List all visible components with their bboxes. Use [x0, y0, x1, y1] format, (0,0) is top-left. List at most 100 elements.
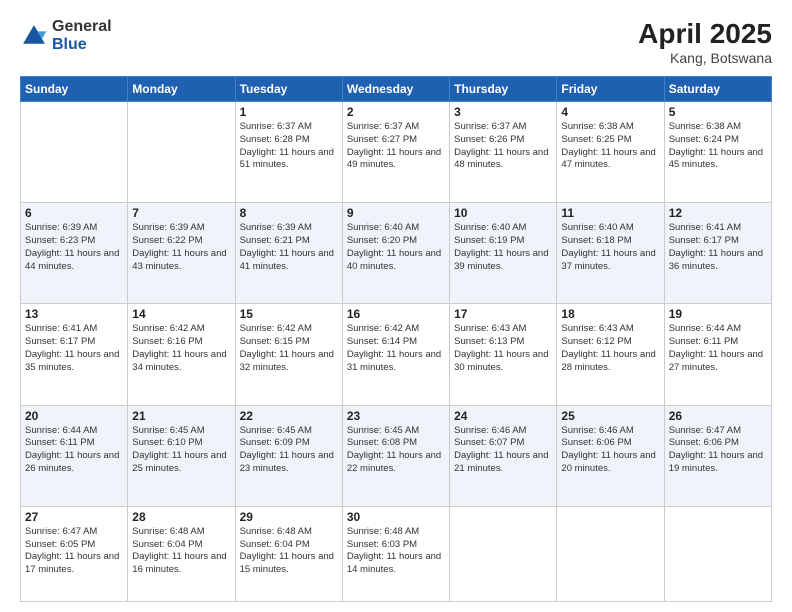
- day-info: Sunrise: 6:42 AM Sunset: 6:15 PM Dayligh…: [240, 323, 338, 374]
- calendar-cell: 2Sunrise: 6:37 AM Sunset: 6:27 PM Daylig…: [342, 102, 449, 203]
- logo-blue: Blue: [52, 36, 87, 53]
- logo-text: General Blue: [52, 18, 112, 53]
- day-info: Sunrise: 6:45 AM Sunset: 6:09 PM Dayligh…: [240, 425, 338, 476]
- calendar-cell: 11Sunrise: 6:40 AM Sunset: 6:18 PM Dayli…: [557, 203, 664, 304]
- calendar-cell: [450, 506, 557, 601]
- day-info: Sunrise: 6:37 AM Sunset: 6:26 PM Dayligh…: [454, 121, 552, 172]
- day-info: Sunrise: 6:40 AM Sunset: 6:20 PM Dayligh…: [347, 222, 445, 273]
- day-info: Sunrise: 6:48 AM Sunset: 6:04 PM Dayligh…: [240, 526, 338, 577]
- day-info: Sunrise: 6:40 AM Sunset: 6:19 PM Dayligh…: [454, 222, 552, 273]
- day-info: Sunrise: 6:37 AM Sunset: 6:28 PM Dayligh…: [240, 121, 338, 172]
- day-number: 11: [561, 206, 659, 220]
- day-info: Sunrise: 6:47 AM Sunset: 6:06 PM Dayligh…: [669, 425, 767, 476]
- calendar-cell: 5 Sunrise: 6:38 AM Sunset: 6:24 PM Daylig…: [664, 102, 771, 203]
- day-info: Sunrise: 6:46 AM Sunset: 6:07 PM Dayligh…: [454, 425, 552, 476]
- calendar-cell: [21, 102, 128, 203]
- day-number: 20: [25, 409, 123, 423]
- day-number: 2: [347, 105, 445, 119]
- calendar-day-header: Wednesday: [342, 77, 449, 102]
- header: General Blue April 2025 Kang, Botswana: [20, 18, 772, 66]
- calendar-cell: 13 Sunrise: 6:41 AM Sunset: 6:17 PM Dayli…: [21, 304, 128, 405]
- calendar-cell: 1 Sunrise: 6:37 AM Sunset: 6:28 PM Daylig…: [235, 102, 342, 203]
- day-info: Sunrise: 6:44 AM Sunset: 6:11 PM Dayligh…: [25, 425, 123, 476]
- calendar-cell: 17 Sunrise: 6:43 AM Sunset: 6:13 PM Dayli…: [450, 304, 557, 405]
- day-info: Sunrise: 6:44 AM Sunset: 6:11 PM Dayligh…: [669, 323, 767, 374]
- day-number: 24: [454, 409, 552, 423]
- calendar-cell: 8Sunrise: 6:39 AM Sunset: 6:21 PM Daylig…: [235, 203, 342, 304]
- calendar-week-row: 6 Sunrise: 6:39 AM Sunset: 6:23 PM Daylig…: [21, 203, 772, 304]
- day-info: Sunrise: 6:46 AM Sunset: 6:06 PM Dayligh…: [561, 425, 659, 476]
- day-info: Sunrise: 6:38 AM Sunset: 6:24 PM Dayligh…: [669, 121, 767, 172]
- calendar-cell: 4 Sunrise: 6:38 AM Sunset: 6:25 PM Daylig…: [557, 102, 664, 203]
- day-info: Sunrise: 6:42 AM Sunset: 6:16 PM Dayligh…: [132, 323, 230, 374]
- day-number: 21: [132, 409, 230, 423]
- day-number: 27: [25, 510, 123, 524]
- day-number: 13: [25, 307, 123, 321]
- calendar-cell: 29 Sunrise: 6:48 AM Sunset: 6:04 PM Dayli…: [235, 506, 342, 601]
- logo: General Blue: [20, 18, 112, 53]
- calendar-cell: 6 Sunrise: 6:39 AM Sunset: 6:23 PM Daylig…: [21, 203, 128, 304]
- calendar-cell: 25 Sunrise: 6:46 AM Sunset: 6:06 PM Dayli…: [557, 405, 664, 506]
- calendar-cell: 21 Sunrise: 6:45 AM Sunset: 6:10 PM Dayli…: [128, 405, 235, 506]
- day-info: Sunrise: 6:41 AM Sunset: 6:17 PM Dayligh…: [669, 222, 767, 273]
- day-number: 29: [240, 510, 338, 524]
- calendar-cell: 26Sunrise: 6:47 AM Sunset: 6:06 PM Dayli…: [664, 405, 771, 506]
- calendar-day-header: Saturday: [664, 77, 771, 102]
- calendar-cell: 9 Sunrise: 6:40 AM Sunset: 6:20 PM Daylig…: [342, 203, 449, 304]
- day-number: 6: [25, 206, 123, 220]
- day-info: Sunrise: 6:41 AM Sunset: 6:17 PM Dayligh…: [25, 323, 123, 374]
- day-number: 14: [132, 307, 230, 321]
- calendar-day-header: Thursday: [450, 77, 557, 102]
- day-number: 9: [347, 206, 445, 220]
- calendar-day-header: Monday: [128, 77, 235, 102]
- day-info: Sunrise: 6:38 AM Sunset: 6:25 PM Dayligh…: [561, 121, 659, 172]
- calendar-table: SundayMondayTuesdayWednesdayThursdayFrid…: [20, 76, 772, 602]
- day-info: Sunrise: 6:39 AM Sunset: 6:22 PM Dayligh…: [132, 222, 230, 273]
- day-number: 4: [561, 105, 659, 119]
- day-number: 19: [669, 307, 767, 321]
- calendar-cell: 3 Sunrise: 6:37 AM Sunset: 6:26 PM Daylig…: [450, 102, 557, 203]
- day-number: 8: [240, 206, 338, 220]
- calendar-cell: 22Sunrise: 6:45 AM Sunset: 6:09 PM Dayli…: [235, 405, 342, 506]
- day-info: Sunrise: 6:45 AM Sunset: 6:08 PM Dayligh…: [347, 425, 445, 476]
- logo-icon: [20, 22, 48, 50]
- day-number: 28: [132, 510, 230, 524]
- day-number: 7: [132, 206, 230, 220]
- calendar-cell: 23 Sunrise: 6:45 AM Sunset: 6:08 PM Dayli…: [342, 405, 449, 506]
- day-number: 3: [454, 105, 552, 119]
- calendar-cell: 27Sunrise: 6:47 AM Sunset: 6:05 PM Dayli…: [21, 506, 128, 601]
- calendar-cell: 16Sunrise: 6:42 AM Sunset: 6:14 PM Dayli…: [342, 304, 449, 405]
- day-number: 30: [347, 510, 445, 524]
- calendar-cell: 14 Sunrise: 6:42 AM Sunset: 6:16 PM Dayli…: [128, 304, 235, 405]
- calendar-cell: [664, 506, 771, 601]
- day-info: Sunrise: 6:48 AM Sunset: 6:04 PM Dayligh…: [132, 526, 230, 577]
- day-number: 25: [561, 409, 659, 423]
- day-info: Sunrise: 6:45 AM Sunset: 6:10 PM Dayligh…: [132, 425, 230, 476]
- day-info: Sunrise: 6:39 AM Sunset: 6:23 PM Dayligh…: [25, 222, 123, 273]
- day-number: 10: [454, 206, 552, 220]
- calendar-cell: [128, 102, 235, 203]
- day-number: 15: [240, 307, 338, 321]
- day-number: 17: [454, 307, 552, 321]
- day-number: 1: [240, 105, 338, 119]
- day-number: 16: [347, 307, 445, 321]
- logo-general: General: [52, 18, 112, 35]
- calendar-cell: 28 Sunrise: 6:48 AM Sunset: 6:04 PM Dayli…: [128, 506, 235, 601]
- calendar-week-row: 20 Sunrise: 6:44 AM Sunset: 6:11 PM Dayli…: [21, 405, 772, 506]
- calendar-cell: 18Sunrise: 6:43 AM Sunset: 6:12 PM Dayli…: [557, 304, 664, 405]
- calendar-cell: 12Sunrise: 6:41 AM Sunset: 6:17 PM Dayli…: [664, 203, 771, 304]
- calendar-day-header: Tuesday: [235, 77, 342, 102]
- calendar-week-row: 1 Sunrise: 6:37 AM Sunset: 6:28 PM Daylig…: [21, 102, 772, 203]
- calendar-cell: 24 Sunrise: 6:46 AM Sunset: 6:07 PM Dayli…: [450, 405, 557, 506]
- calendar-week-row: 27Sunrise: 6:47 AM Sunset: 6:05 PM Dayli…: [21, 506, 772, 601]
- title-month: April 2025: [638, 18, 772, 50]
- calendar-header-row: SundayMondayTuesdayWednesdayThursdayFrid…: [21, 77, 772, 102]
- day-number: 23: [347, 409, 445, 423]
- title-block: April 2025 Kang, Botswana: [638, 18, 772, 66]
- calendar-cell: 10 Sunrise: 6:40 AM Sunset: 6:19 PM Dayli…: [450, 203, 557, 304]
- day-info: Sunrise: 6:43 AM Sunset: 6:13 PM Dayligh…: [454, 323, 552, 374]
- calendar-day-header: Friday: [557, 77, 664, 102]
- calendar-cell: 20 Sunrise: 6:44 AM Sunset: 6:11 PM Dayli…: [21, 405, 128, 506]
- day-number: 5: [669, 105, 767, 119]
- page: General Blue April 2025 Kang, Botswana S…: [0, 0, 792, 612]
